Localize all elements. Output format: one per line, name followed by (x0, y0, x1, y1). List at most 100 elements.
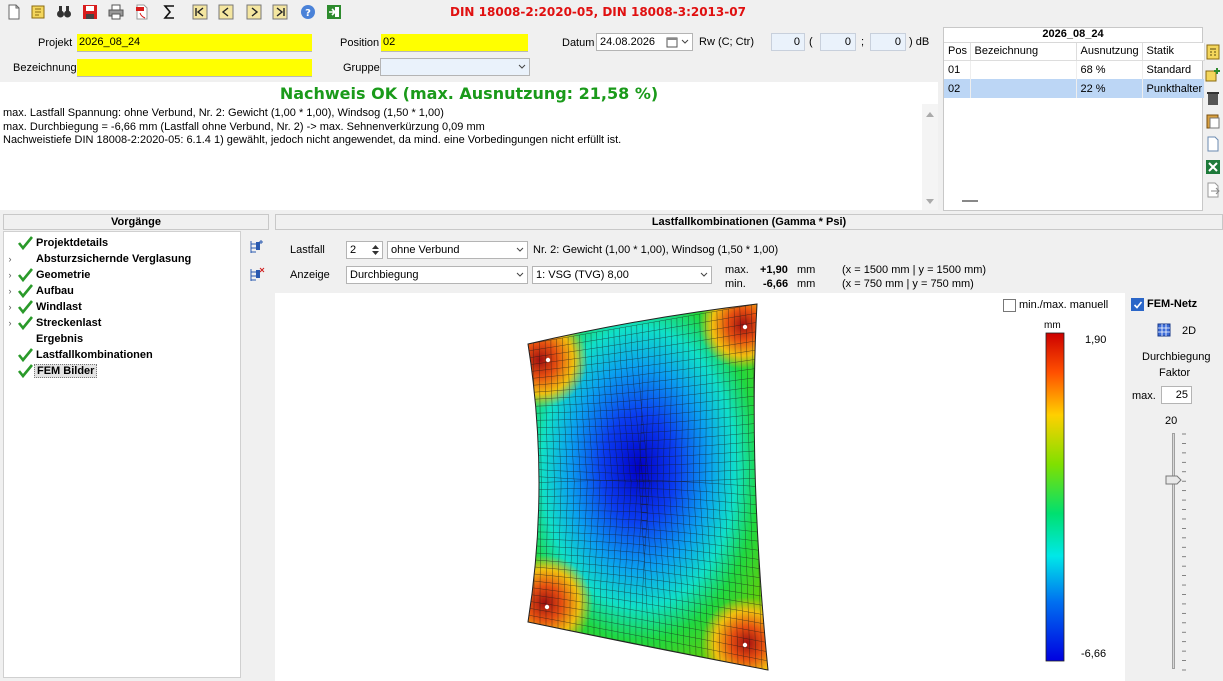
slider-thumb[interactable] (1165, 475, 1182, 485)
tree-item[interactable]: Lastfallkombinationen (4, 347, 155, 363)
position-input[interactable]: 02 (381, 34, 528, 52)
min-coords: (x = 750 mm | y = 750 mm) (842, 278, 974, 290)
min-label: min. (725, 278, 746, 290)
collapse-all-icon[interactable] (248, 267, 266, 283)
calculator-icon[interactable] (1205, 44, 1221, 60)
minmax-manual-checkbox[interactable] (1003, 299, 1016, 312)
expand-icon[interactable]: › (4, 254, 16, 264)
prev-icon[interactable] (216, 2, 236, 22)
first-icon[interactable] (190, 2, 210, 22)
add-icon[interactable] (1205, 67, 1221, 83)
tree-item-label: Geometrie (36, 269, 91, 281)
position-list: 2026_08_24 Pos Bezeichnung Ausnutzung St… (943, 27, 1205, 211)
spinner-icon[interactable] (371, 243, 380, 257)
chevron-down-icon[interactable] (680, 37, 690, 47)
fem-plot-area[interactable]: min./max. manuell mm 1,90 -6,66 (275, 293, 1125, 681)
tree-item-label: Lastfallkombinationen (36, 349, 153, 361)
verbund-select[interactable]: ohne Verbund (387, 241, 528, 259)
durchbiegung-label: Durchbiegung (1142, 351, 1211, 363)
expand-icon[interactable]: › (4, 286, 16, 296)
exit-icon[interactable] (324, 2, 344, 22)
tree-item-label: Aufbau (36, 285, 74, 297)
lastfall-value: 2 (350, 244, 357, 256)
cell-ausnutzung: 68 % (1076, 60, 1143, 79)
tree-spacer (16, 331, 34, 347)
fem-settings: FEM-Netz 2D Durchbiegung Faktor max. 25 … (1127, 293, 1223, 681)
bezeichnung-input[interactable] (77, 59, 312, 77)
pdf-icon[interactable] (132, 2, 152, 22)
paste-icon[interactable] (1205, 113, 1221, 129)
vertical-scrollbar[interactable] (922, 104, 938, 210)
next-icon[interactable] (244, 2, 264, 22)
c-input[interactable]: 0 (820, 33, 856, 51)
tree-item[interactable]: › Absturzsichernde Verglasung (4, 251, 193, 267)
datum-input[interactable]: 24.08.2026 (596, 33, 693, 51)
expand-icon[interactable]: › (4, 302, 16, 312)
cell-pos: 01 (944, 60, 971, 79)
print-icon[interactable] (106, 2, 126, 22)
expand-icon[interactable]: › (4, 318, 16, 328)
ctr-input[interactable]: 0 (870, 33, 906, 51)
gruppe-select[interactable] (380, 58, 530, 76)
save-icon[interactable] (80, 2, 100, 22)
col-statik[interactable]: Statik (1142, 43, 1205, 61)
col-bezeichnung[interactable]: Bezeichnung (970, 43, 1077, 61)
col-ausnutzung[interactable]: Ausnutzung (1076, 43, 1143, 61)
col-pos[interactable]: Pos (944, 43, 971, 61)
color-scale-bar (1045, 332, 1065, 662)
tree-item[interactable]: Ergebnis (4, 331, 85, 347)
table-row[interactable]: 02 22 % Punkthalter (944, 79, 1205, 98)
horizontal-scrollbar[interactable] (962, 200, 978, 202)
binoculars-icon[interactable] (54, 2, 74, 22)
db-unit: ) dB (909, 36, 930, 48)
anzeige-select[interactable]: Durchbiegung (346, 266, 528, 284)
faktor-max-input[interactable]: 25 (1161, 386, 1192, 404)
check-icon (17, 348, 34, 363)
faktor-slider-value: 20 (1165, 415, 1178, 427)
rw-input[interactable]: 0 (771, 33, 805, 51)
chevron-down-icon (516, 247, 524, 252)
vorgaenge-tree: Projektdetails › Absturzsichernde Verglasu… (3, 231, 241, 678)
check-icon (17, 364, 34, 379)
calendar-icon[interactable] (666, 36, 678, 48)
lastfall-spinner[interactable]: 2 (346, 241, 383, 259)
expand-all-icon[interactable] (248, 239, 266, 255)
check-icon (17, 316, 34, 331)
scroll-up-icon[interactable] (925, 110, 935, 118)
mesh-view-icon[interactable] (1157, 323, 1171, 337)
fem-contour-plot[interactable] (275, 293, 1125, 681)
export-icon[interactable] (1205, 182, 1221, 198)
tree-item[interactable]: › Aufbau (4, 283, 76, 299)
sum-icon[interactable] (160, 2, 180, 22)
tree-item-label: FEM Bilder (34, 364, 98, 378)
mode-2d-label[interactable]: 2D (1182, 325, 1196, 337)
delete-icon[interactable] (1205, 90, 1221, 106)
tree-item[interactable]: › Windlast (4, 299, 84, 315)
lastfall-description: Nr. 2: Gewicht (1,00 * 1,00), Windsog (1… (533, 244, 779, 256)
faktor-label: Faktor (1159, 367, 1191, 379)
help-icon[interactable]: ? (298, 2, 318, 22)
faktor-slider[interactable] (1172, 433, 1175, 669)
tree-item-label: Absturzsichernde Verglasung (36, 253, 192, 265)
expand-icon[interactable]: › (4, 270, 16, 280)
cell-statik: Standard (1142, 60, 1205, 79)
tree-item[interactable]: Projektdetails (4, 235, 110, 251)
new-icon[interactable] (4, 2, 24, 22)
lastfall-header: Lastfallkombinationen (Gamma * Psi) (275, 214, 1223, 230)
document-icon[interactable] (1205, 136, 1221, 152)
scroll-down-icon[interactable] (925, 198, 935, 206)
vorgaenge-header: Vorgänge (3, 214, 269, 230)
fem-netz-checkbox[interactable] (1131, 298, 1144, 311)
open-icon[interactable] (28, 2, 48, 22)
anzeige-value: Durchbiegung (350, 269, 419, 281)
tree-item-label: Projektdetails (36, 237, 109, 249)
table-row[interactable]: 01 68 % Standard (944, 60, 1205, 79)
last-icon[interactable] (270, 2, 290, 22)
point-support-marker (742, 324, 748, 330)
projekt-input[interactable]: 2026_08_24 (77, 34, 312, 52)
tree-item[interactable]: FEM Bilder (4, 363, 98, 379)
excel-icon[interactable] (1205, 159, 1221, 175)
schicht-select[interactable]: 1: VSG (TVG) 8,00 (532, 266, 712, 284)
tree-item[interactable]: › Streckenlast (4, 315, 103, 331)
tree-item[interactable]: › Geometrie (4, 267, 92, 283)
